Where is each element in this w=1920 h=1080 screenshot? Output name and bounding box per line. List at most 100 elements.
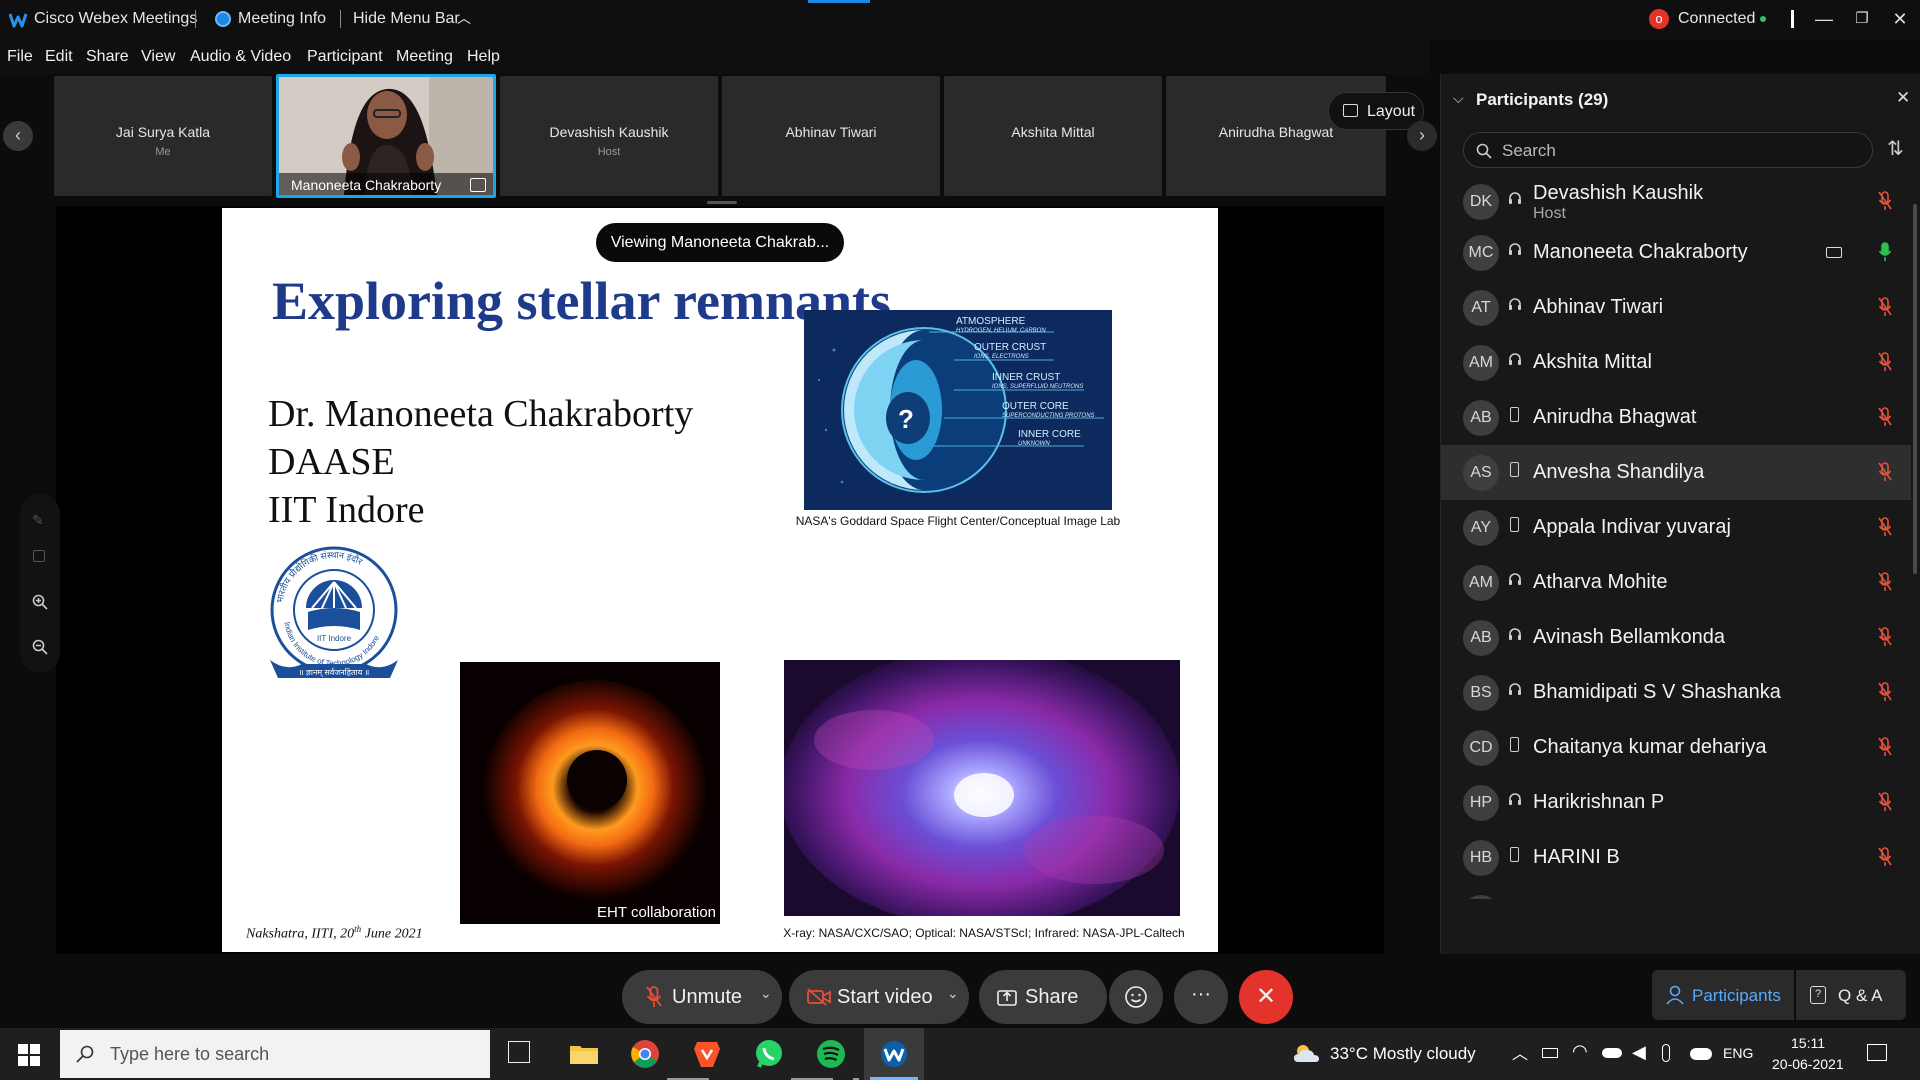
recording-badge: o	[1649, 9, 1669, 29]
speaker-icon[interactable]: ◀	[1632, 1042, 1646, 1063]
video-thumb[interactable]: Abhinav Tiwari	[722, 76, 940, 196]
participant-row[interactable]: AB Avinash Bellamkonda	[1441, 610, 1911, 665]
microphone-icon[interactable]	[1662, 1044, 1670, 1062]
more-options-button[interactable]: ···	[1174, 970, 1228, 1024]
menu-meeting[interactable]: Meeting	[396, 48, 453, 66]
battery-icon[interactable]	[1542, 1048, 1558, 1058]
slide-title: Exploring stellar remnants	[272, 271, 892, 331]
mic-muted-icon[interactable]	[1878, 792, 1892, 812]
tab-participants[interactable]: Participants	[1652, 970, 1794, 1020]
close-panel-icon[interactable]: ✕	[1896, 88, 1910, 108]
menu-help[interactable]: Help	[467, 48, 500, 66]
chevron-up-icon[interactable]: ︿	[457, 8, 471, 28]
sort-icon[interactable]: ⇅	[1887, 136, 1904, 161]
chevron-down-icon[interactable]: ⌄	[947, 985, 959, 1002]
active-speaker-thumb[interactable]: Manoneeta Chakraborty	[276, 74, 496, 198]
participant-name: Anirudha Bhagwat	[1533, 406, 1697, 428]
participant-row[interactable]: HP Harikrishnan P	[1441, 775, 1911, 830]
video-off-icon	[807, 988, 831, 1006]
restore-icon[interactable]: ❐	[1848, 6, 1876, 34]
spotify-icon[interactable]	[815, 1038, 847, 1070]
mic-muted-icon[interactable]	[1878, 627, 1892, 647]
minimize-icon[interactable]: —	[1810, 6, 1838, 34]
mic-muted-icon[interactable]	[1878, 737, 1892, 757]
start-video-button[interactable]: Start video ⌄	[789, 970, 969, 1024]
participant-row[interactable]: AM Atharva Mohite	[1441, 555, 1911, 610]
hide-menu-bar-button[interactable]: Hide Menu Bar	[353, 10, 460, 28]
participant-row[interactable]: BS Bhamidipati S V Shashanka	[1441, 665, 1911, 720]
mic-on-icon[interactable]	[1878, 242, 1892, 262]
chevron-down-icon[interactable]: ⌵	[1453, 90, 1464, 107]
menu-share[interactable]: Share	[86, 48, 129, 66]
notifications-icon[interactable]	[1867, 1044, 1887, 1061]
taskbar-search-input[interactable]: Type here to search	[60, 1030, 490, 1078]
avatar: JB	[1463, 895, 1499, 899]
search-input[interactable]: Search	[1463, 132, 1873, 168]
menu-edit[interactable]: Edit	[45, 48, 73, 66]
pen-icon[interactable]: ✎	[32, 512, 44, 529]
participant-row[interactable]: MC Manoneeta Chakraborty	[1441, 225, 1911, 280]
participant-row[interactable]: AB Anirudha Bhagwat	[1441, 390, 1911, 445]
participant-row[interactable]: CD Chaitanya kumar dehariya	[1441, 720, 1911, 775]
webex-taskbar-item[interactable]	[864, 1028, 924, 1080]
presentation-slide: Viewing Manoneeta Chakrab... Exploring s…	[222, 208, 1218, 952]
tab-label: Participants	[1692, 986, 1781, 1005]
onedrive-icon[interactable]	[1602, 1048, 1622, 1058]
menu-file[interactable]: File	[7, 48, 33, 66]
unmute-button[interactable]: Unmute ⌄	[622, 970, 782, 1024]
mic-muted-icon[interactable]	[1878, 572, 1892, 592]
participant-row[interactable]: HB HARINI B	[1441, 830, 1911, 885]
info-icon[interactable]	[215, 11, 231, 27]
clock-time[interactable]: 15:11	[1791, 1035, 1825, 1051]
cloud-sync-icon[interactable]	[1690, 1048, 1712, 1060]
participants-panel: ⌵ Participants (29) ✕ Search ⇅ DK Devashi…	[1440, 74, 1920, 954]
wifi-icon[interactable]: ◠	[1572, 1041, 1588, 1062]
video-thumb[interactable]: Jai Surya Katla Me	[54, 76, 272, 196]
avatar: BS	[1463, 675, 1499, 711]
strip-next-button[interactable]: ›	[1407, 121, 1437, 151]
chevron-up-icon[interactable]: ︿	[1512, 1040, 1528, 1064]
language-indicator[interactable]: ENG	[1723, 1045, 1753, 1061]
weather-text[interactable]: 33°C Mostly cloudy	[1330, 1044, 1476, 1064]
reactions-button[interactable]	[1109, 970, 1163, 1024]
mic-muted-icon[interactable]	[1878, 297, 1892, 317]
whatsapp-icon[interactable]	[753, 1038, 785, 1070]
task-view-icon[interactable]	[508, 1041, 530, 1063]
participant-row[interactable]: JBJAI ABHIRAM BELLAMKONDA	[1441, 885, 1911, 899]
brave-icon[interactable]	[691, 1038, 723, 1070]
mic-muted-icon[interactable]	[1878, 462, 1892, 482]
end-call-button[interactable]: ✕	[1239, 970, 1293, 1024]
menu-audio-video[interactable]: Audio & Video	[190, 48, 291, 66]
tab-qa[interactable]: ? Q & A	[1796, 970, 1906, 1020]
resize-handle[interactable]	[707, 201, 737, 204]
layout-button[interactable]: Layout	[1328, 92, 1424, 130]
share-button[interactable]: Share	[979, 970, 1107, 1024]
participant-row[interactable]: DK Devashish Kaushik Host	[1441, 174, 1911, 229]
mic-muted-icon[interactable]	[1878, 682, 1892, 702]
participant-row[interactable]: AS Anvesha Shandilya	[1441, 445, 1911, 500]
participant-row[interactable]: AT Abhinav Tiwari	[1441, 280, 1911, 335]
mic-muted-icon[interactable]	[1878, 517, 1892, 537]
video-thumb[interactable]: Akshita Mittal	[944, 76, 1162, 196]
scrollbar[interactable]	[1913, 204, 1917, 574]
strip-prev-button[interactable]: ‹	[3, 121, 33, 151]
zoom-out-icon[interactable]	[32, 639, 48, 655]
mic-muted-icon[interactable]	[1878, 191, 1892, 211]
meeting-info-button[interactable]: Meeting Info	[238, 10, 326, 28]
eraser-icon[interactable]	[33, 550, 45, 562]
menu-participant[interactable]: Participant	[307, 48, 383, 66]
menu-view[interactable]: View	[141, 48, 175, 66]
video-thumb[interactable]: Devashish Kaushik Host	[500, 76, 718, 196]
zoom-in-icon[interactable]	[32, 594, 48, 610]
close-window-icon[interactable]: ✕	[1886, 6, 1914, 34]
chrome-icon[interactable]	[629, 1038, 661, 1070]
clock-date[interactable]: 20-06-2021	[1772, 1056, 1844, 1072]
windows-start-icon[interactable]	[18, 1044, 40, 1066]
chevron-down-icon[interactable]: ⌄	[760, 985, 772, 1002]
file-explorer-icon[interactable]	[568, 1038, 600, 1070]
participant-row[interactable]: AM Akshita Mittal	[1441, 335, 1911, 390]
participant-row[interactable]: AY Appala Indivar yuvaraj	[1441, 500, 1911, 555]
mic-muted-icon[interactable]	[1878, 352, 1892, 372]
mic-muted-icon[interactable]	[1878, 847, 1892, 867]
mic-muted-icon[interactable]	[1878, 407, 1892, 427]
